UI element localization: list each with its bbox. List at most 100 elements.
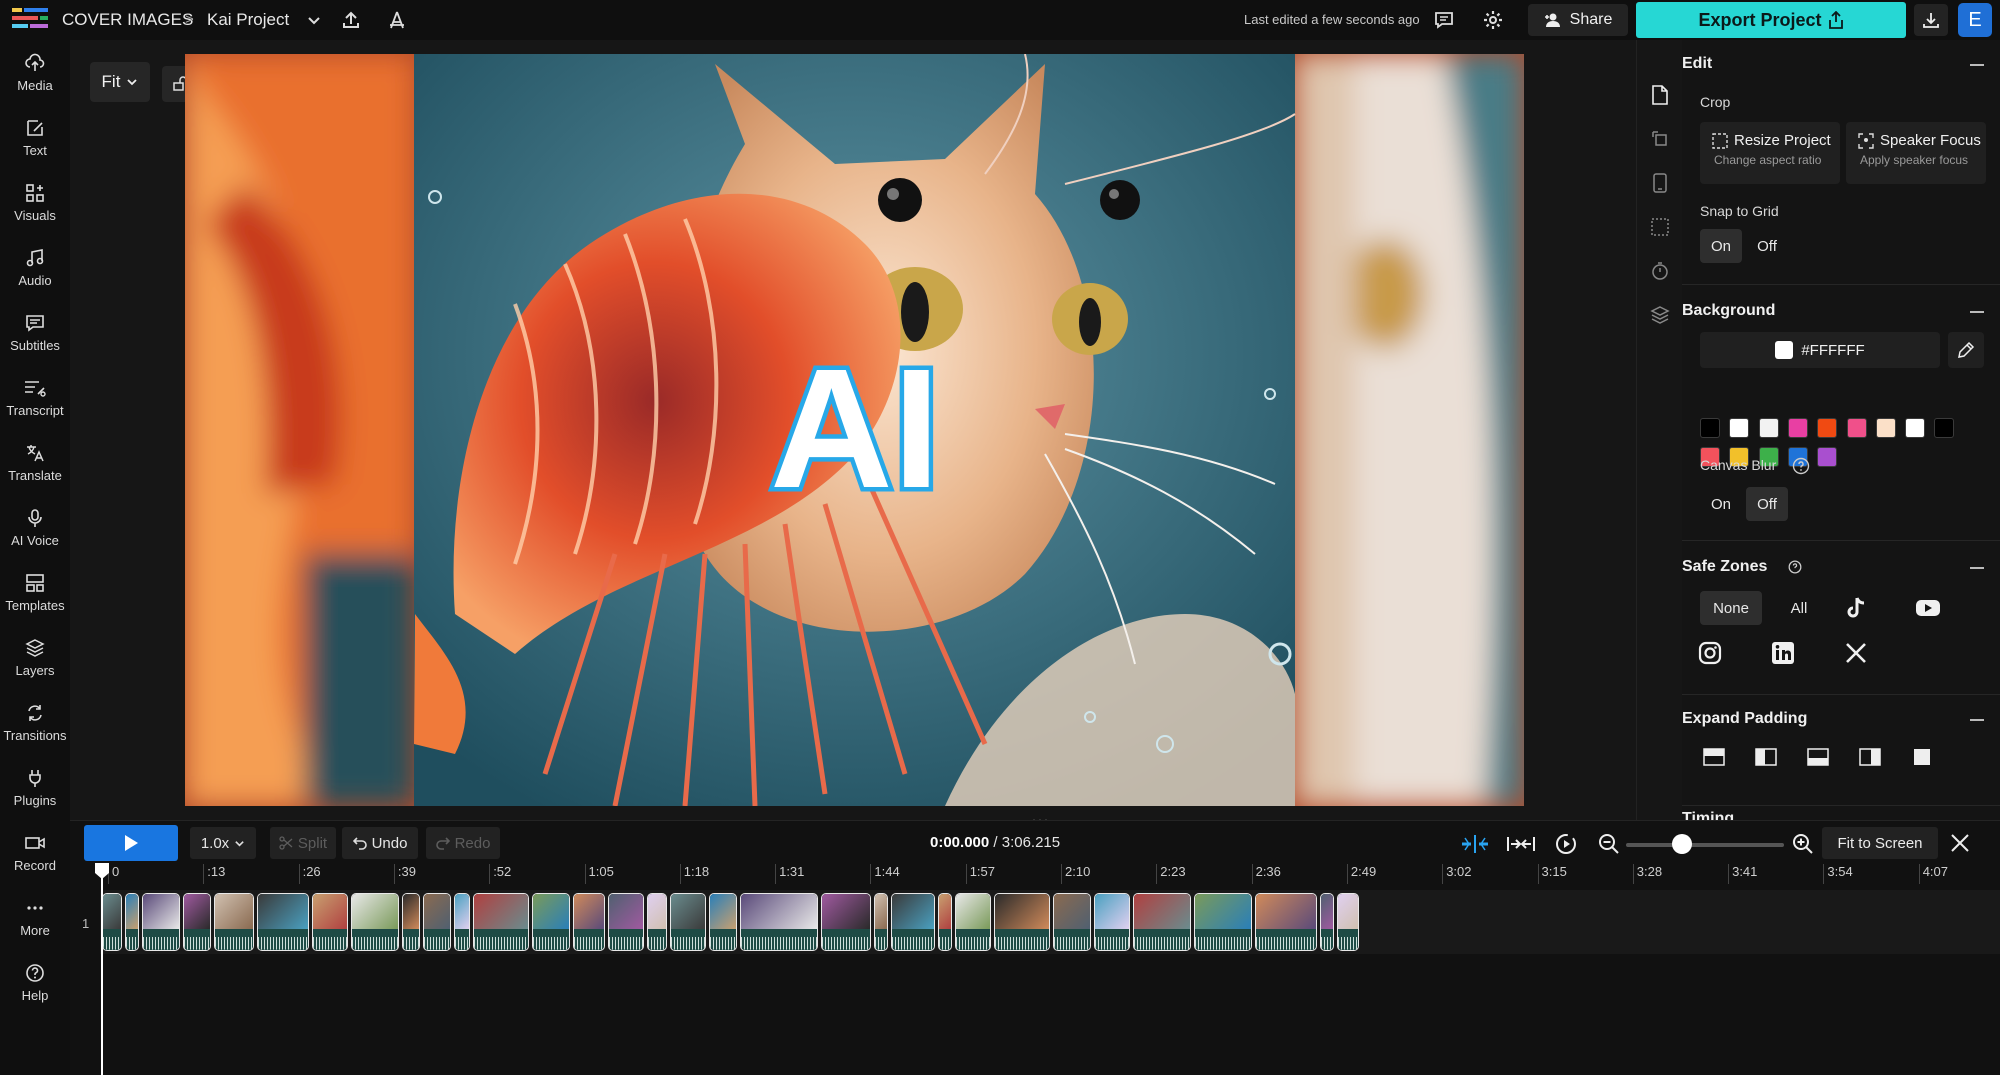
zoom-out-icon[interactable] <box>1594 830 1624 858</box>
timeline-clip[interactable] <box>312 893 348 951</box>
download-button[interactable] <box>1914 4 1948 36</box>
fit-zoom-dropdown[interactable]: Fit <box>90 62 150 102</box>
timeline-clip[interactable] <box>994 893 1050 951</box>
playback-speed-dropdown[interactable]: 1.0x <box>190 827 256 859</box>
timeline-clip[interactable] <box>608 893 644 951</box>
timeline-clip[interactable] <box>821 893 871 951</box>
safe-zone-all-option[interactable]: All <box>1774 591 1824 625</box>
sidebar-item-more[interactable]: More <box>0 895 70 951</box>
sidebar-item-visuals[interactable]: Visuals <box>0 180 70 236</box>
timeline-clip[interactable] <box>102 893 122 951</box>
ai-text-overlay[interactable]: AI <box>766 330 945 529</box>
eyedropper-button[interactable] <box>1948 332 1984 368</box>
speaker-focus-button[interactable]: Speaker Focus Apply speaker focus <box>1846 122 1986 184</box>
color-swatch[interactable] <box>1846 418 1867 438</box>
canvas-blur-on-toggle[interactable]: On <box>1700 487 1742 521</box>
timeline-clip[interactable] <box>647 893 667 951</box>
sidebar-item-transcript[interactable]: Transcript <box>0 375 70 431</box>
sidebar-item-transitions[interactable]: Transitions <box>0 700 70 756</box>
timeline-clip[interactable] <box>1053 893 1091 951</box>
breadcrumb-folder[interactable]: COVER IMAGES <box>62 10 193 30</box>
padding-all-icon[interactable] <box>1904 742 1940 772</box>
color-swatch[interactable] <box>1758 418 1779 438</box>
sidebar-item-translate[interactable]: Translate <box>0 440 70 496</box>
layers-stack-icon[interactable] <box>1647 302 1673 328</box>
color-swatch[interactable] <box>1817 447 1838 467</box>
sidebar-item-ai-voice[interactable]: AI Voice <box>0 505 70 561</box>
padding-top-icon[interactable] <box>1696 742 1732 772</box>
export-project-button[interactable]: Export Project <box>1636 2 1906 38</box>
x-twitter-icon[interactable] <box>1836 635 1876 671</box>
settings-gear-icon[interactable] <box>1481 8 1505 32</box>
snap-magnet-icon[interactable] <box>1460 830 1490 858</box>
timeline-clip[interactable] <box>670 893 706 951</box>
user-avatar[interactable]: E <box>1958 3 1992 37</box>
redo-button[interactable]: Redo <box>426 827 500 859</box>
color-swatch[interactable] <box>1787 418 1808 438</box>
tiktok-icon[interactable] <box>1836 590 1876 626</box>
padding-right-icon[interactable] <box>1852 742 1888 772</box>
timeline-clip[interactable] <box>351 893 399 951</box>
color-swatch[interactable] <box>1875 418 1896 438</box>
chevron-down-icon[interactable] <box>302 8 326 32</box>
snap-on-toggle[interactable]: On <box>1700 229 1742 263</box>
video-preview-frame[interactable]: AI <box>185 54 1524 806</box>
zoom-in-icon[interactable] <box>1788 830 1818 858</box>
padding-left-icon[interactable] <box>1748 742 1784 772</box>
safe-zone-none-option[interactable]: None <box>1700 591 1762 625</box>
timeline-clip[interactable] <box>1337 893 1359 951</box>
timeline-clip[interactable] <box>1320 893 1334 951</box>
snap-off-toggle[interactable]: Off <box>1746 229 1788 263</box>
timeline-clip[interactable] <box>1255 893 1317 951</box>
phone-frame-icon[interactable] <box>1647 170 1673 196</box>
comments-icon[interactable] <box>1432 8 1456 32</box>
color-swatch[interactable] <box>1934 418 1955 438</box>
timeline-clip[interactable] <box>1133 893 1191 951</box>
help-circle-icon[interactable] <box>1792 457 1810 475</box>
fit-timeline-icon[interactable] <box>1506 830 1536 858</box>
playhead-line[interactable] <box>101 876 103 1075</box>
timeline-clip[interactable] <box>183 893 211 951</box>
sidebar-item-help[interactable]: Help <box>0 960 70 1016</box>
sidebar-item-media[interactable]: Media <box>0 50 70 106</box>
timeline-clip[interactable] <box>938 893 952 951</box>
magic-wand-icon[interactable] <box>385 8 409 32</box>
split-button[interactable]: Split <box>270 827 336 859</box>
padding-bottom-icon[interactable] <box>1800 742 1836 772</box>
timeline-clip[interactable] <box>955 893 991 951</box>
safe-zone-grid-icon[interactable] <box>1647 214 1673 240</box>
collapse-padding-icon[interactable] <box>1970 719 1984 721</box>
linkedin-icon[interactable] <box>1763 635 1803 671</box>
timeline-clip[interactable] <box>891 893 935 951</box>
timeline-clip[interactable] <box>402 893 420 951</box>
undo-button[interactable]: Undo <box>342 827 418 859</box>
color-swatch[interactable] <box>1905 418 1926 438</box>
collapse-edit-icon[interactable] <box>1970 64 1984 66</box>
play-button[interactable] <box>84 825 178 861</box>
close-timeline-icon[interactable] <box>1946 829 1974 857</box>
timeline-clip[interactable] <box>874 893 888 951</box>
background-color-field[interactable]: #FFFFFF <box>1700 332 1940 368</box>
sidebar-item-record[interactable]: Record <box>0 830 70 886</box>
timeline-clip[interactable] <box>257 893 309 951</box>
crop-resize-icon[interactable] <box>1647 126 1673 152</box>
collapse-safe-zones-icon[interactable] <box>1970 567 1984 569</box>
upload-icon[interactable] <box>339 8 363 32</box>
sidebar-item-subtitles[interactable]: Subtitles <box>0 310 70 366</box>
playback-loop-icon[interactable] <box>1551 830 1581 858</box>
sidebar-item-plugins[interactable]: Plugins <box>0 765 70 821</box>
document-settings-icon[interactable] <box>1647 82 1673 108</box>
timeline-clip[interactable] <box>473 893 529 951</box>
project-name[interactable]: Kai Project <box>207 10 289 30</box>
timeline-clip[interactable] <box>423 893 451 951</box>
timeline-clip[interactable] <box>142 893 180 951</box>
fit-to-screen-button[interactable]: Fit to Screen <box>1822 827 1938 859</box>
timeline-clip[interactable] <box>532 893 570 951</box>
help-circle-icon[interactable] <box>1788 560 1802 574</box>
timeline-clip[interactable] <box>740 893 818 951</box>
sidebar-item-templates[interactable]: Templates <box>0 570 70 626</box>
color-swatch[interactable] <box>1817 418 1838 438</box>
sidebar-item-layers[interactable]: Layers <box>0 635 70 691</box>
timer-icon[interactable] <box>1647 258 1673 284</box>
app-logo-icon[interactable] <box>12 6 50 34</box>
